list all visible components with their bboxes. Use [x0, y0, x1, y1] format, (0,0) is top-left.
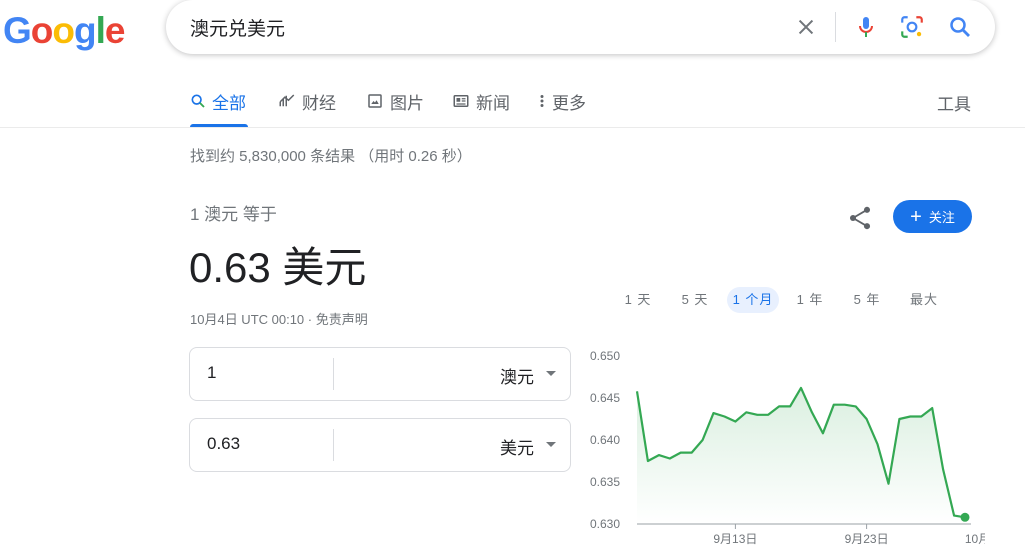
tab-label: 财经	[302, 93, 336, 113]
range-1d[interactable]: 1 天	[617, 287, 659, 313]
range-5y[interactable]: 5 年	[846, 287, 888, 313]
logo-letter: o	[52, 10, 75, 51]
series-area	[637, 387, 965, 524]
search-divider	[835, 12, 836, 42]
google-logo[interactable]: Google	[3, 10, 126, 52]
share-icon[interactable]	[846, 204, 874, 232]
tab-finance[interactable]: 财经	[278, 88, 336, 114]
y-tick-label: 0.650	[590, 349, 620, 363]
x-tick-label: 9月23日	[845, 532, 889, 546]
exchange-rate-chart[interactable]: 0.650 0.645 0.640 0.635 0.630 9月13日 9月23日 10月3日	[585, 340, 985, 549]
search-box[interactable]: 澳元兑美元	[166, 0, 995, 54]
logo-letter: G	[3, 10, 32, 51]
search-input[interactable]: 澳元兑美元	[190, 14, 285, 41]
x-tick-label: 9月13日	[713, 532, 757, 546]
range-1y[interactable]: 1 年	[789, 287, 831, 313]
image-icon	[368, 94, 382, 108]
logo-letter: e	[104, 10, 126, 51]
range-1m[interactable]: 1 个月	[727, 287, 779, 313]
tab-label: 更多	[552, 93, 586, 113]
plus-icon: +	[910, 205, 922, 228]
y-tick-label: 0.645	[590, 391, 620, 405]
logo-letter: o	[30, 10, 54, 51]
tab-label: 图片	[390, 93, 424, 113]
range-max[interactable]: 最大	[903, 287, 945, 313]
from-currency-select[interactable]: 澳元	[500, 363, 534, 388]
y-tick-label: 0.630	[590, 517, 620, 531]
search-icon[interactable]	[944, 11, 976, 43]
follow-button[interactable]: + 关注	[893, 200, 972, 233]
y-tick-label: 0.640	[590, 433, 620, 447]
more-vert-icon	[540, 95, 544, 107]
conversion-label: 1 澳元 等于	[190, 205, 277, 224]
conversion-value: 0.63 美元	[189, 244, 367, 291]
camera-lens-icon[interactable]	[896, 11, 928, 43]
range-5d[interactable]: 5 天	[674, 287, 716, 313]
converter-divider	[333, 429, 334, 461]
follow-label: 关注	[928, 210, 955, 225]
tab-images[interactable]: 图片	[366, 88, 424, 114]
search-icon	[191, 94, 205, 108]
conversion-timestamp[interactable]: 10月4日 UTC 00:10 · 免责声明	[190, 309, 368, 328]
logo-letter: g	[74, 10, 97, 51]
logo-letter: l	[95, 10, 106, 51]
from-amount-input[interactable]: 1	[207, 363, 216, 383]
last-point-marker	[960, 512, 970, 522]
to-amount-input[interactable]: 0.63	[207, 434, 240, 454]
tab-more[interactable]: 更多	[538, 88, 586, 114]
tab-label: 新闻	[476, 93, 510, 113]
tab-label: 全部	[212, 93, 246, 113]
result-stats: 找到约 5,830,000 条结果 （用时 0.26 秒）	[190, 148, 472, 165]
tools-button[interactable]: 工具	[937, 90, 971, 115]
chevron-down-icon[interactable]	[546, 442, 556, 447]
microphone-icon[interactable]	[850, 11, 882, 43]
tab-all[interactable]: 全部	[190, 88, 246, 114]
x-tick-label: 10月3日	[965, 532, 985, 546]
chevron-down-icon[interactable]	[546, 371, 556, 376]
finance-icon	[279, 94, 295, 107]
tab-news[interactable]: 新闻	[452, 88, 510, 114]
y-tick-label: 0.635	[590, 475, 620, 489]
from-currency-box: 1 澳元	[189, 347, 571, 401]
news-icon	[453, 95, 469, 107]
clear-icon[interactable]	[790, 11, 822, 43]
converter-divider	[333, 358, 334, 390]
to-currency-select[interactable]: 美元	[500, 434, 534, 459]
to-currency-box: 0.63 美元	[189, 418, 571, 472]
header-divider	[0, 127, 1025, 128]
